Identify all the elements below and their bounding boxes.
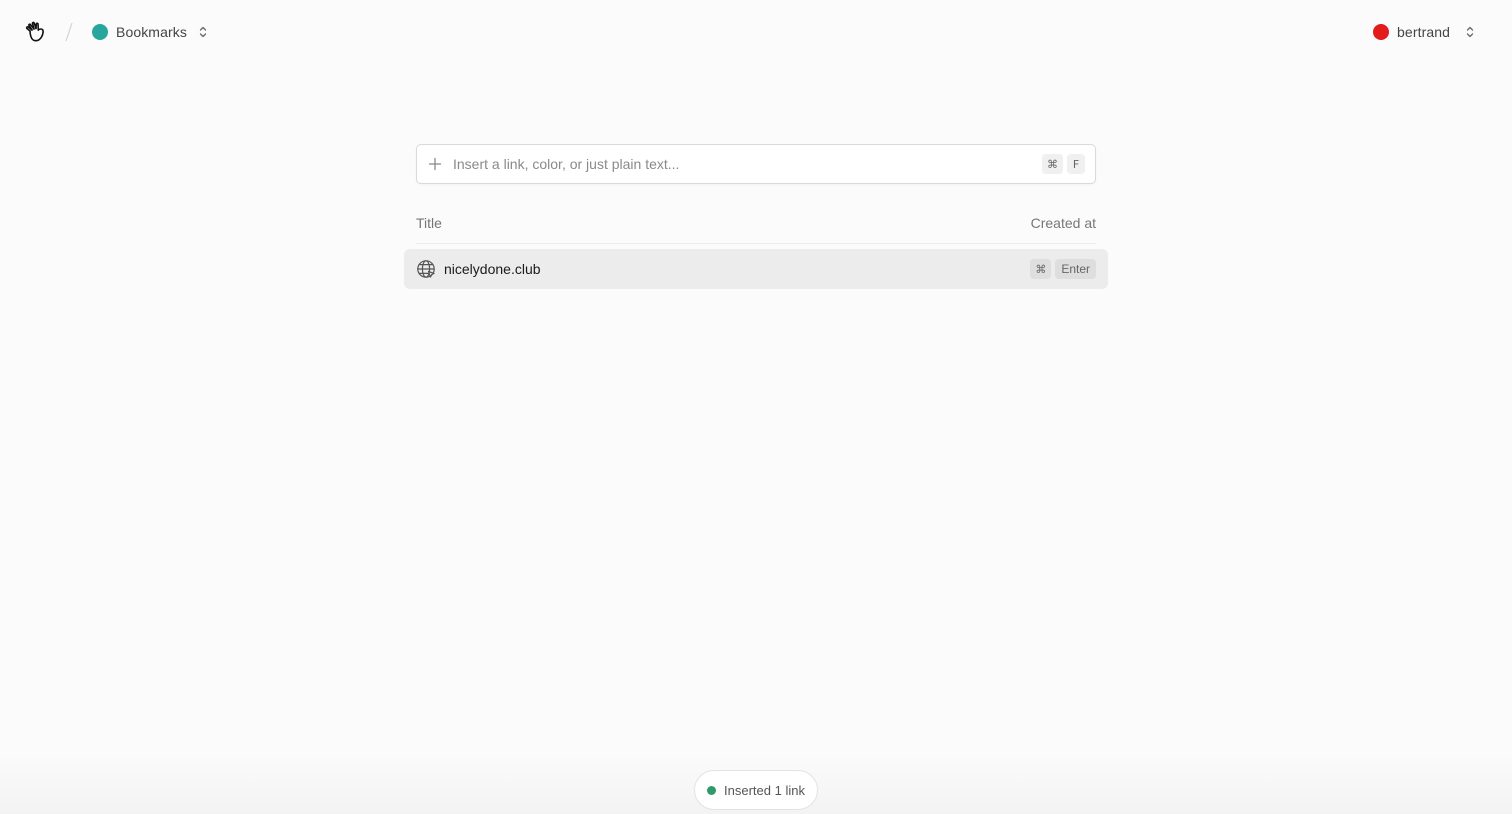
top-bar: Bookmarks bertrand [0,0,1512,62]
collection-label: Bookmarks [116,24,187,40]
chevron-up-down-icon [197,25,209,39]
table-header: Title Created at [416,212,1096,244]
search-box[interactable]: ⌘ F [416,144,1096,184]
status-dot [707,785,717,795]
toast-text: Inserted 1 link [724,782,805,798]
row-title: nicelydone.club [444,261,541,277]
status-toast: Inserted 1 link [694,770,818,810]
chevron-up-down-icon [1464,25,1476,39]
user-label: bertrand [1397,24,1450,40]
search-shortcut: ⌘ F [1042,154,1085,174]
column-title: Title [416,214,442,231]
table-row[interactable]: nicelydone.club ⌘ Enter [404,249,1108,289]
user-switcher[interactable]: bertrand [1373,18,1476,46]
collection-switcher[interactable]: Bookmarks [88,18,213,46]
user-avatar-dot [1373,24,1390,40]
f-key: F [1067,154,1085,174]
search-input[interactable] [453,149,1042,179]
hand-logo-icon[interactable] [22,18,50,46]
collection-color-dot [92,24,108,40]
breadcrumb-separator [64,20,74,44]
column-created-at: Created at [1030,214,1096,231]
command-key: ⌘ [1030,259,1052,279]
row-shortcut: ⌘ Enter [1030,259,1096,279]
enter-key: Enter [1055,259,1096,279]
command-key: ⌘ [1042,154,1063,174]
globe-icon [416,259,436,279]
plus-icon [428,157,442,171]
